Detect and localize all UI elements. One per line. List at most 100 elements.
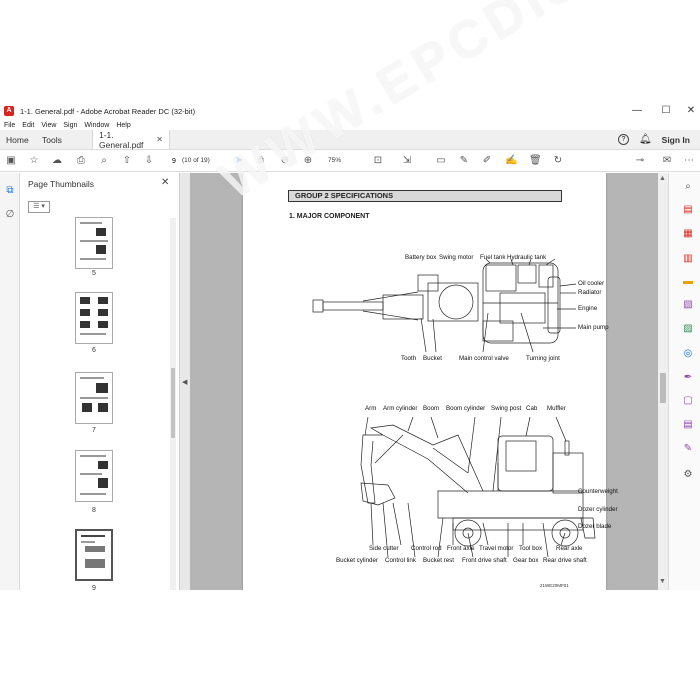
certificates-icon[interactable]: ✎ bbox=[682, 443, 694, 455]
close-tab-icon[interactable]: ✕ bbox=[156, 135, 163, 144]
minimize-button[interactable]: — bbox=[622, 102, 652, 120]
thumbnails-scrollbar[interactable] bbox=[170, 218, 176, 590]
menu-view[interactable]: View bbox=[41, 122, 56, 129]
close-window-button[interactable]: ✕ bbox=[676, 102, 700, 120]
more-tools-wrench-icon[interactable]: ⚙ bbox=[682, 469, 694, 481]
label-battery-box: Battery box bbox=[405, 254, 437, 261]
tab-document[interactable]: 1-1. General.pdf ✕ bbox=[92, 129, 170, 150]
thumbnail-page-8[interactable] bbox=[75, 450, 113, 502]
pdf-page: GROUP 2 SPECIFICATIONS 1. MAJOR COMPONEN… bbox=[243, 173, 618, 590]
hand-tool-icon[interactable]: ✋︎ bbox=[255, 155, 267, 167]
menu-sign[interactable]: Sign bbox=[63, 122, 77, 129]
fit-page-icon[interactable]: ⊡ bbox=[372, 155, 384, 167]
thumbnail-label: 8 bbox=[92, 507, 96, 514]
notifications-bell-icon[interactable]: 🔔︎ bbox=[639, 134, 652, 145]
delete-icon[interactable]: 🗑︎ bbox=[529, 155, 542, 167]
menu-edit[interactable]: Edit bbox=[22, 122, 34, 129]
menu-window[interactable]: Window bbox=[84, 122, 109, 129]
label-front-axle: Front axle bbox=[447, 545, 475, 552]
thumbnail-page-7[interactable] bbox=[75, 372, 113, 424]
label-radiator: Radiator bbox=[578, 289, 602, 296]
print-icon[interactable]: ⎙ bbox=[75, 155, 87, 167]
thumbnail-page-6[interactable] bbox=[75, 292, 113, 344]
highlight-pen-icon[interactable]: ✎ bbox=[458, 155, 470, 167]
panel-collapse-handle[interactable]: ◀ bbox=[180, 173, 190, 590]
label-arm-cylinder: Arm cylinder bbox=[383, 405, 418, 412]
label-oil-cooler: Oil cooler bbox=[578, 280, 605, 287]
page-number-input[interactable] bbox=[168, 155, 180, 167]
thumbnail-page-9-selected[interactable] bbox=[75, 529, 113, 581]
figure-code: 21WE20MF01 bbox=[540, 583, 569, 588]
share-icon[interactable]: ⊸ bbox=[634, 155, 646, 167]
more-tools-icon[interactable]: ⋯ bbox=[683, 155, 695, 167]
thumbnail-page-5[interactable] bbox=[75, 217, 113, 269]
label-gear-box: Gear box bbox=[513, 557, 539, 564]
email-icon[interactable]: ✉ bbox=[661, 155, 673, 167]
top-view-diagram bbox=[312, 258, 596, 558]
tab-document-label: 1-1. General.pdf bbox=[99, 129, 144, 150]
label-bucket-cylinder: Bucket cylinder bbox=[336, 557, 378, 564]
label-dozer-cylinder: Dozer cylinder bbox=[578, 506, 618, 513]
help-icon[interactable]: ? bbox=[617, 134, 629, 145]
label-swing-post: Swing post bbox=[491, 405, 522, 412]
label-cab: Cab bbox=[526, 405, 538, 412]
close-panel-icon[interactable]: ✕ bbox=[161, 177, 169, 188]
fill-and-sign-icon[interactable]: ✒ bbox=[682, 372, 694, 384]
thumbnail-label: 9 bbox=[92, 585, 96, 592]
upload-cloud-icon[interactable]: ☁ bbox=[51, 155, 63, 167]
page-count: (10 of 19) bbox=[182, 157, 210, 164]
tab-tools[interactable]: Tools bbox=[36, 130, 92, 149]
zoom-in-icon[interactable]: ⊕ bbox=[302, 155, 314, 167]
label-bucket-rest: Bucket rest bbox=[423, 557, 454, 564]
document-view[interactable]: GROUP 2 SPECIFICATIONS 1. MAJOR COMPONEN… bbox=[190, 173, 658, 590]
export-pdf-icon[interactable]: ▤ bbox=[682, 204, 694, 216]
zoom-search-icon[interactable]: ⌕ bbox=[98, 155, 110, 167]
menu-help[interactable]: Help bbox=[116, 122, 130, 129]
title-bar: A 1-1. General.pdf - Adobe Acrobat Reade… bbox=[0, 102, 700, 120]
save-icon[interactable]: ▣ bbox=[5, 155, 17, 167]
tab-home[interactable]: Home bbox=[0, 130, 36, 149]
scroll-up-arrow-icon[interactable]: ▲ bbox=[659, 175, 666, 182]
draw-icon[interactable]: ✐ bbox=[481, 155, 493, 167]
organize-pages-icon[interactable]: ▨ bbox=[682, 323, 694, 335]
previous-page-icon[interactable]: ⇧ bbox=[121, 155, 133, 167]
left-navigation-rail: ⧉ ∅ bbox=[0, 173, 20, 590]
fill-sign-icon[interactable]: ✍ bbox=[505, 155, 517, 167]
page-thumbnails-icon[interactable]: ⧉ bbox=[4, 185, 16, 197]
sign-in-button[interactable]: Sign In bbox=[662, 135, 690, 145]
thumbnail-label: 5 bbox=[92, 270, 96, 277]
create-pdf-icon[interactable]: ▦ bbox=[682, 228, 694, 240]
zoom-level-dropdown[interactable]: 75% bbox=[322, 155, 358, 167]
tab-bar: Home Tools 1-1. General.pdf ✕ ? 🔔︎ Sign … bbox=[0, 130, 700, 150]
scroll-mode-icon[interactable]: ⇲ bbox=[401, 155, 413, 167]
label-main-pump: Main pump bbox=[578, 324, 609, 331]
combine-files-icon[interactable]: ▧ bbox=[682, 299, 694, 311]
comment-icon[interactable]: ▭ bbox=[435, 155, 447, 167]
attachments-paperclip-icon[interactable]: ∅ bbox=[4, 209, 16, 221]
scroll-thumb[interactable] bbox=[660, 373, 666, 403]
thumbnail-options-icon[interactable]: ☰ ▾ bbox=[28, 201, 50, 213]
compress-icon[interactable]: ◎ bbox=[682, 348, 694, 360]
zoom-out-icon[interactable]: ⊖ bbox=[279, 155, 291, 167]
menu-file[interactable]: File bbox=[4, 122, 15, 129]
select-cursor-icon[interactable]: ➤ bbox=[233, 155, 245, 167]
label-boom: Boom bbox=[423, 405, 440, 412]
bookmark-star-icon[interactable]: ☆ bbox=[28, 155, 40, 167]
thumbnails-header: Page Thumbnails bbox=[28, 179, 94, 189]
label-turning-joint: Turning joint bbox=[526, 355, 560, 362]
rotate-icon[interactable]: ↻ bbox=[552, 155, 564, 167]
comment-tool-icon[interactable]: ▬ bbox=[682, 276, 694, 288]
label-tool-box: Tool box bbox=[519, 545, 543, 552]
label-tooth: Tooth bbox=[401, 355, 417, 362]
scroll-down-arrow-icon[interactable]: ▼ bbox=[659, 578, 666, 585]
protect-icon[interactable]: ▤ bbox=[682, 419, 694, 431]
search-icon[interactable]: ⌕ bbox=[682, 181, 694, 193]
label-front-drive-shaft: Front drive shaft bbox=[462, 557, 507, 564]
label-side-cutter: Side cutter bbox=[369, 545, 399, 552]
edit-pdf-icon[interactable]: ▥ bbox=[682, 253, 694, 265]
document-scrollbar[interactable]: ▲ ▼ bbox=[658, 173, 668, 590]
send-for-signature-icon[interactable]: ▢ bbox=[682, 395, 694, 407]
next-page-icon[interactable]: ⇩ bbox=[143, 155, 155, 167]
collapse-left-arrow-icon[interactable]: ◀ bbox=[182, 378, 187, 386]
tools-rail: ⌕ ▤ ▦ ▥ ▬ ▧ ▨ ◎ ✒ ▢ ▤ ✎ ⚙ bbox=[668, 173, 700, 590]
